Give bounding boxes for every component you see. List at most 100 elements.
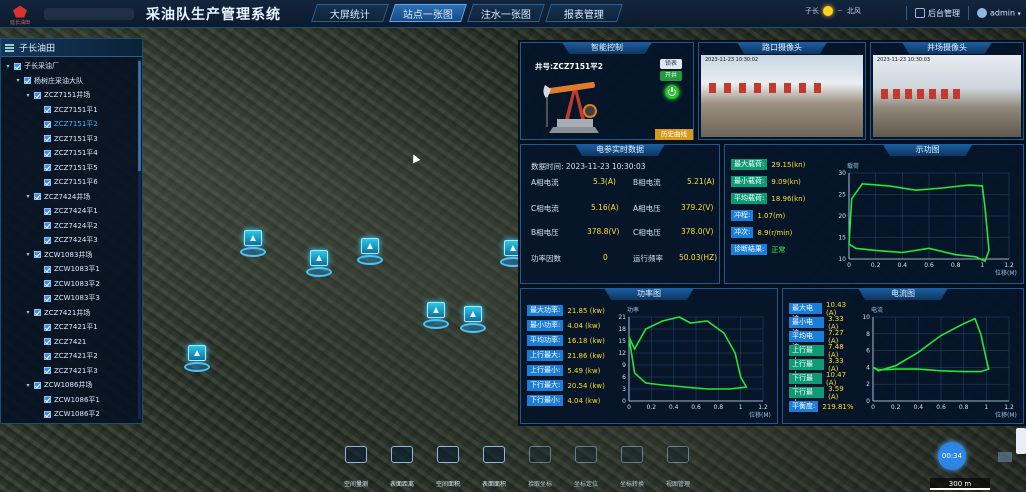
tree-node[interactable]: ZCW1086平1 [1, 393, 142, 408]
tree-node[interactable]: ZCZ7151平3 [1, 132, 142, 147]
well-marker[interactable] [423, 302, 449, 332]
checkbox[interactable] [44, 149, 51, 157]
tab-water-injection-map[interactable]: 注水一张图 [467, 4, 545, 22]
tree-node[interactable]: ▾ ZCW1083井场 [1, 248, 142, 263]
tree-node[interactable]: ZCZ7421平1 [1, 320, 142, 335]
history-curve-button[interactable]: 历史曲线 [655, 129, 693, 140]
tab-dashboard[interactable]: 大屏统计 [311, 4, 389, 22]
tree-node-label: ZCZ7151平4 [54, 149, 98, 158]
tree-node[interactable]: ZCZ7151平2 [1, 117, 142, 132]
tree-node[interactable]: ZCZ7421平2 [1, 349, 142, 364]
well-marker[interactable] [460, 306, 486, 336]
power-icon[interactable] [665, 85, 679, 99]
checkbox[interactable] [44, 106, 51, 114]
tree-node[interactable]: ZCZ7151平6 [1, 175, 142, 190]
well-marker[interactable] [240, 230, 266, 260]
tab-report-management[interactable]: 报表管理 [545, 4, 623, 22]
expand-icon[interactable]: ▾ [5, 63, 11, 70]
checkbox[interactable] [34, 309, 41, 317]
tree-node[interactable]: ZCZ7421平3 [1, 364, 142, 379]
checkbox[interactable] [44, 207, 51, 215]
crossing-camera-feed[interactable]: 2023-11-23 10:30:02 [701, 55, 863, 137]
tool-measure[interactable]: 空间量测 [336, 446, 376, 488]
checkbox[interactable] [44, 120, 51, 128]
tree-node[interactable]: ZCW1083平1 [1, 262, 142, 277]
backend-management-link[interactable]: 后台管理 [915, 8, 960, 19]
smart-control-card: 智能控制 井号:ZCZ7151平2 锁表 开井 历史曲线 [520, 42, 694, 140]
tab-site-map[interactable]: 站点一张图 [389, 4, 467, 22]
checkbox[interactable] [34, 381, 41, 389]
checkbox[interactable] [44, 338, 51, 346]
expand-icon[interactable]: ▾ [25, 92, 31, 99]
tree-node[interactable]: ▾ ZCZ7151井场 [1, 88, 142, 103]
tree-node[interactable]: ▾ ZCW1086井场 [1, 378, 142, 393]
tree-node[interactable]: ZCZ7151平4 [1, 146, 142, 161]
checkbox[interactable] [44, 236, 51, 244]
expand-icon[interactable]: ▾ [25, 382, 31, 389]
well-marker[interactable] [184, 345, 210, 375]
checkbox[interactable] [24, 77, 31, 85]
tree-node[interactable]: ▾ ZCZ7421井场 [1, 306, 142, 321]
expand-icon[interactable]: ▾ [25, 251, 31, 258]
tree-node[interactable]: ZCZ7421 [1, 335, 142, 350]
tool-surface[interactable]: 表面面积 [474, 446, 514, 488]
checkbox[interactable] [34, 91, 41, 99]
expand-icon[interactable]: ▾ [25, 309, 31, 316]
checkbox[interactable] [34, 193, 41, 201]
well-marker[interactable] [306, 250, 332, 280]
checkbox[interactable] [44, 294, 51, 302]
stat-value: 21.85 (kw) [567, 306, 605, 315]
checkbox[interactable] [44, 164, 51, 172]
tree-node[interactable]: ZCZ7151平1 [1, 103, 142, 118]
checkbox[interactable] [44, 410, 51, 418]
tree-node[interactable]: ZCZ7424平1 [1, 204, 142, 219]
lock-button[interactable]: 锁表 [660, 59, 682, 69]
user-menu[interactable]: admin ▾ [977, 8, 1021, 18]
y-axis-label: 功率 [627, 306, 639, 314]
checkbox[interactable] [34, 251, 41, 259]
tool-view[interactable]: 视图管理 [658, 446, 698, 488]
tree-node[interactable]: ZCZ7424平2 [1, 219, 142, 234]
well-marker[interactable] [357, 238, 383, 268]
layer-icon[interactable] [998, 452, 1012, 462]
wellsite-camera-feed[interactable]: 2023-11-23 10:30:03 [873, 55, 1021, 137]
checkbox[interactable] [44, 222, 51, 230]
tree-node[interactable]: ZCZ7424平3 [1, 233, 142, 248]
expand-icon[interactable]: ▾ [15, 77, 21, 84]
menu-icon[interactable] [5, 43, 14, 52]
checkbox[interactable] [44, 135, 51, 143]
checkbox[interactable] [44, 280, 51, 288]
tree-node[interactable]: ▾ 杨树庄采油大队 [1, 74, 142, 89]
open-well-button[interactable]: 开井 [660, 71, 682, 81]
expand-icon[interactable]: ▾ [25, 193, 31, 200]
checkbox[interactable] [14, 62, 21, 70]
tree-node[interactable]: ZCW1083平2 [1, 277, 142, 292]
tree-node[interactable]: ZCW1086平2 [1, 407, 142, 422]
x-axis-label: 位移(M) [749, 411, 771, 419]
tool-pick[interactable]: 拾取坐标 [520, 446, 560, 488]
tree-node[interactable]: ▾ 子长采油厂 [1, 59, 142, 74]
stat-value: 4.04 (kw) [567, 396, 601, 405]
checkbox[interactable] [44, 396, 51, 404]
param-label: B相电流 [633, 178, 661, 187]
tool-ruler[interactable]: 表面距离 [382, 446, 422, 488]
tree-node[interactable]: ZCW1083平3 [1, 291, 142, 306]
checkbox[interactable] [44, 178, 51, 186]
tree-node-label: ZCZ7424平2 [54, 221, 98, 230]
checkbox[interactable] [44, 367, 51, 375]
tool-locate[interactable]: 坐标定位 [566, 446, 606, 488]
tool-convert[interactable]: 坐标转换 [612, 446, 652, 488]
side-toggle-button[interactable] [1016, 428, 1026, 454]
checkbox[interactable] [44, 265, 51, 273]
tool-label: 拾取坐标 [527, 481, 552, 488]
stat-row: 平均功率: 16.18 (kw) [527, 335, 613, 346]
tree-node[interactable]: ZCZ7151平5 [1, 161, 142, 176]
param-label: C相电流 [531, 204, 559, 213]
tree-scrollbar[interactable] [138, 59, 141, 419]
checkbox[interactable] [44, 323, 51, 331]
tree-node[interactable]: ▾ ZCZ7424井场 [1, 190, 142, 205]
y-tick-label: 30 [838, 170, 846, 177]
checkbox[interactable] [44, 352, 51, 360]
tool-area[interactable]: 空间面积 [428, 446, 468, 488]
timer-badge[interactable]: 00:34 [938, 442, 966, 470]
